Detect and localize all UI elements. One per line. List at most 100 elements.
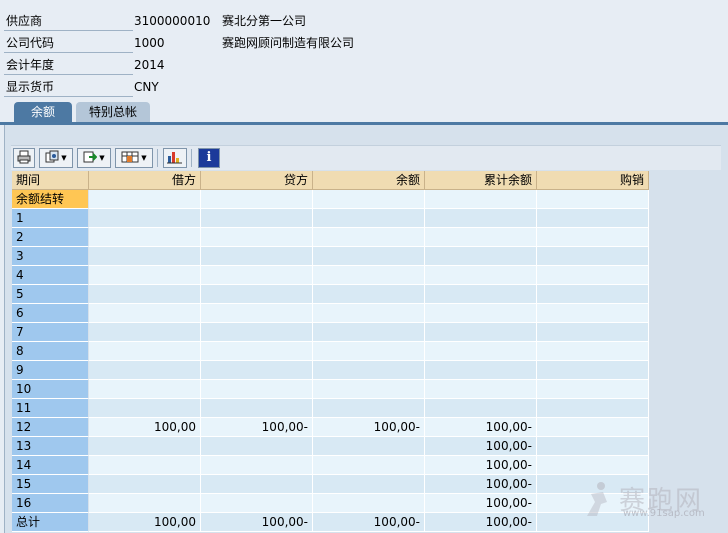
cell-period[interactable]: 2 bbox=[12, 228, 89, 247]
table-row[interactable]: 9 bbox=[12, 361, 649, 380]
export-button[interactable]: ▼ bbox=[77, 148, 111, 168]
chart-button[interactable] bbox=[163, 148, 187, 168]
cell-period[interactable]: 16 bbox=[12, 494, 89, 513]
cell-balance[interactable] bbox=[313, 323, 425, 342]
table-row[interactable]: 总计 100,00 100,00- 100,00- 100,00- bbox=[12, 513, 649, 532]
table-row[interactable]: 6 bbox=[12, 304, 649, 323]
cell-debit[interactable] bbox=[89, 266, 201, 285]
cell-balance[interactable]: 100,00- bbox=[313, 513, 425, 532]
cell-period[interactable]: 11 bbox=[12, 399, 89, 418]
tab-special-gl[interactable]: 特别总帐 bbox=[76, 102, 150, 122]
cell-credit[interactable] bbox=[201, 190, 313, 209]
cell-credit[interactable] bbox=[201, 456, 313, 475]
cell-cumulative[interactable] bbox=[425, 304, 537, 323]
cell-cumulative[interactable]: 100,00- bbox=[425, 456, 537, 475]
cell-cumulative[interactable]: 100,00- bbox=[425, 437, 537, 456]
cell-balance[interactable] bbox=[313, 437, 425, 456]
cell-purchases[interactable] bbox=[537, 209, 649, 228]
cell-balance[interactable] bbox=[313, 456, 425, 475]
cell-debit[interactable]: 100,00 bbox=[89, 513, 201, 532]
cell-purchases[interactable] bbox=[537, 266, 649, 285]
cell-period[interactable]: 13 bbox=[12, 437, 89, 456]
cell-credit[interactable] bbox=[201, 209, 313, 228]
cell-purchases[interactable] bbox=[537, 361, 649, 380]
cell-debit[interactable] bbox=[89, 247, 201, 266]
cell-period[interactable]: 10 bbox=[12, 380, 89, 399]
cell-debit[interactable] bbox=[89, 361, 201, 380]
cell-period[interactable]: 6 bbox=[12, 304, 89, 323]
cell-cumulative[interactable]: 100,00- bbox=[425, 494, 537, 513]
cell-balance[interactable] bbox=[313, 399, 425, 418]
column-header-cumulative[interactable]: 累计余额 bbox=[425, 171, 537, 190]
cell-period[interactable]: 15 bbox=[12, 475, 89, 494]
column-header-purchases[interactable]: 购销 bbox=[537, 171, 649, 190]
cell-period[interactable]: 1 bbox=[12, 209, 89, 228]
table-row[interactable]: 11 bbox=[12, 399, 649, 418]
cell-cumulative[interactable] bbox=[425, 247, 537, 266]
column-header-credit[interactable]: 贷方 bbox=[201, 171, 313, 190]
cell-cumulative[interactable]: 100,00- bbox=[425, 475, 537, 494]
cell-balance[interactable] bbox=[313, 266, 425, 285]
cell-cumulative[interactable] bbox=[425, 266, 537, 285]
table-row[interactable]: 余额结转 bbox=[12, 190, 649, 209]
cell-period[interactable]: 14 bbox=[12, 456, 89, 475]
cell-credit[interactable] bbox=[201, 361, 313, 380]
cell-balance[interactable] bbox=[313, 285, 425, 304]
table-row[interactable]: 13 100,00- bbox=[12, 437, 649, 456]
cell-debit[interactable] bbox=[89, 304, 201, 323]
cell-credit[interactable] bbox=[201, 342, 313, 361]
cell-purchases[interactable] bbox=[537, 437, 649, 456]
cell-cumulative[interactable] bbox=[425, 399, 537, 418]
cell-period[interactable]: 5 bbox=[12, 285, 89, 304]
cell-credit[interactable]: 100,00- bbox=[201, 513, 313, 532]
column-header-period[interactable]: 期间 bbox=[12, 171, 89, 190]
cell-cumulative[interactable] bbox=[425, 285, 537, 304]
cell-balance[interactable] bbox=[313, 209, 425, 228]
table-row[interactable]: 15 100,00- bbox=[12, 475, 649, 494]
cell-period[interactable]: 9 bbox=[12, 361, 89, 380]
table-row[interactable]: 7 bbox=[12, 323, 649, 342]
cell-cumulative[interactable] bbox=[425, 323, 537, 342]
cell-credit[interactable] bbox=[201, 437, 313, 456]
filter-button[interactable]: ▼ bbox=[39, 148, 73, 168]
cell-debit[interactable] bbox=[89, 399, 201, 418]
cell-debit[interactable] bbox=[89, 456, 201, 475]
cell-purchases[interactable] bbox=[537, 456, 649, 475]
cell-balance[interactable] bbox=[313, 342, 425, 361]
cell-credit[interactable] bbox=[201, 494, 313, 513]
cell-balance[interactable] bbox=[313, 228, 425, 247]
cell-cumulative[interactable]: 100,00- bbox=[425, 513, 537, 532]
cell-purchases[interactable] bbox=[537, 418, 649, 437]
cell-purchases[interactable] bbox=[537, 475, 649, 494]
cell-balance[interactable] bbox=[313, 247, 425, 266]
cell-cumulative[interactable]: 100,00- bbox=[425, 418, 537, 437]
cell-purchases[interactable] bbox=[537, 399, 649, 418]
cell-period[interactable]: 总计 bbox=[12, 513, 89, 532]
cell-purchases[interactable] bbox=[537, 342, 649, 361]
cell-debit[interactable] bbox=[89, 380, 201, 399]
cell-debit[interactable] bbox=[89, 342, 201, 361]
cell-period[interactable]: 7 bbox=[12, 323, 89, 342]
column-header-debit[interactable]: 借方 bbox=[89, 171, 201, 190]
cell-cumulative[interactable] bbox=[425, 380, 537, 399]
table-row[interactable]: 3 bbox=[12, 247, 649, 266]
cell-debit[interactable]: 100,00 bbox=[89, 418, 201, 437]
table-row[interactable]: 2 bbox=[12, 228, 649, 247]
info-button[interactable]: i bbox=[198, 148, 220, 168]
cell-purchases[interactable] bbox=[537, 494, 649, 513]
cell-cumulative[interactable] bbox=[425, 209, 537, 228]
cell-cumulative[interactable] bbox=[425, 361, 537, 380]
cell-cumulative[interactable] bbox=[425, 228, 537, 247]
layout-button[interactable]: ▼ bbox=[115, 148, 153, 168]
cell-debit[interactable] bbox=[89, 323, 201, 342]
cell-debit[interactable] bbox=[89, 475, 201, 494]
cell-debit[interactable] bbox=[89, 209, 201, 228]
cell-credit[interactable] bbox=[201, 304, 313, 323]
table-row[interactable]: 16 100,00- bbox=[12, 494, 649, 513]
cell-credit[interactable] bbox=[201, 323, 313, 342]
cell-debit[interactable] bbox=[89, 494, 201, 513]
cell-debit[interactable] bbox=[89, 190, 201, 209]
table-row[interactable]: 14 100,00- bbox=[12, 456, 649, 475]
table-row[interactable]: 5 bbox=[12, 285, 649, 304]
cell-credit[interactable] bbox=[201, 399, 313, 418]
